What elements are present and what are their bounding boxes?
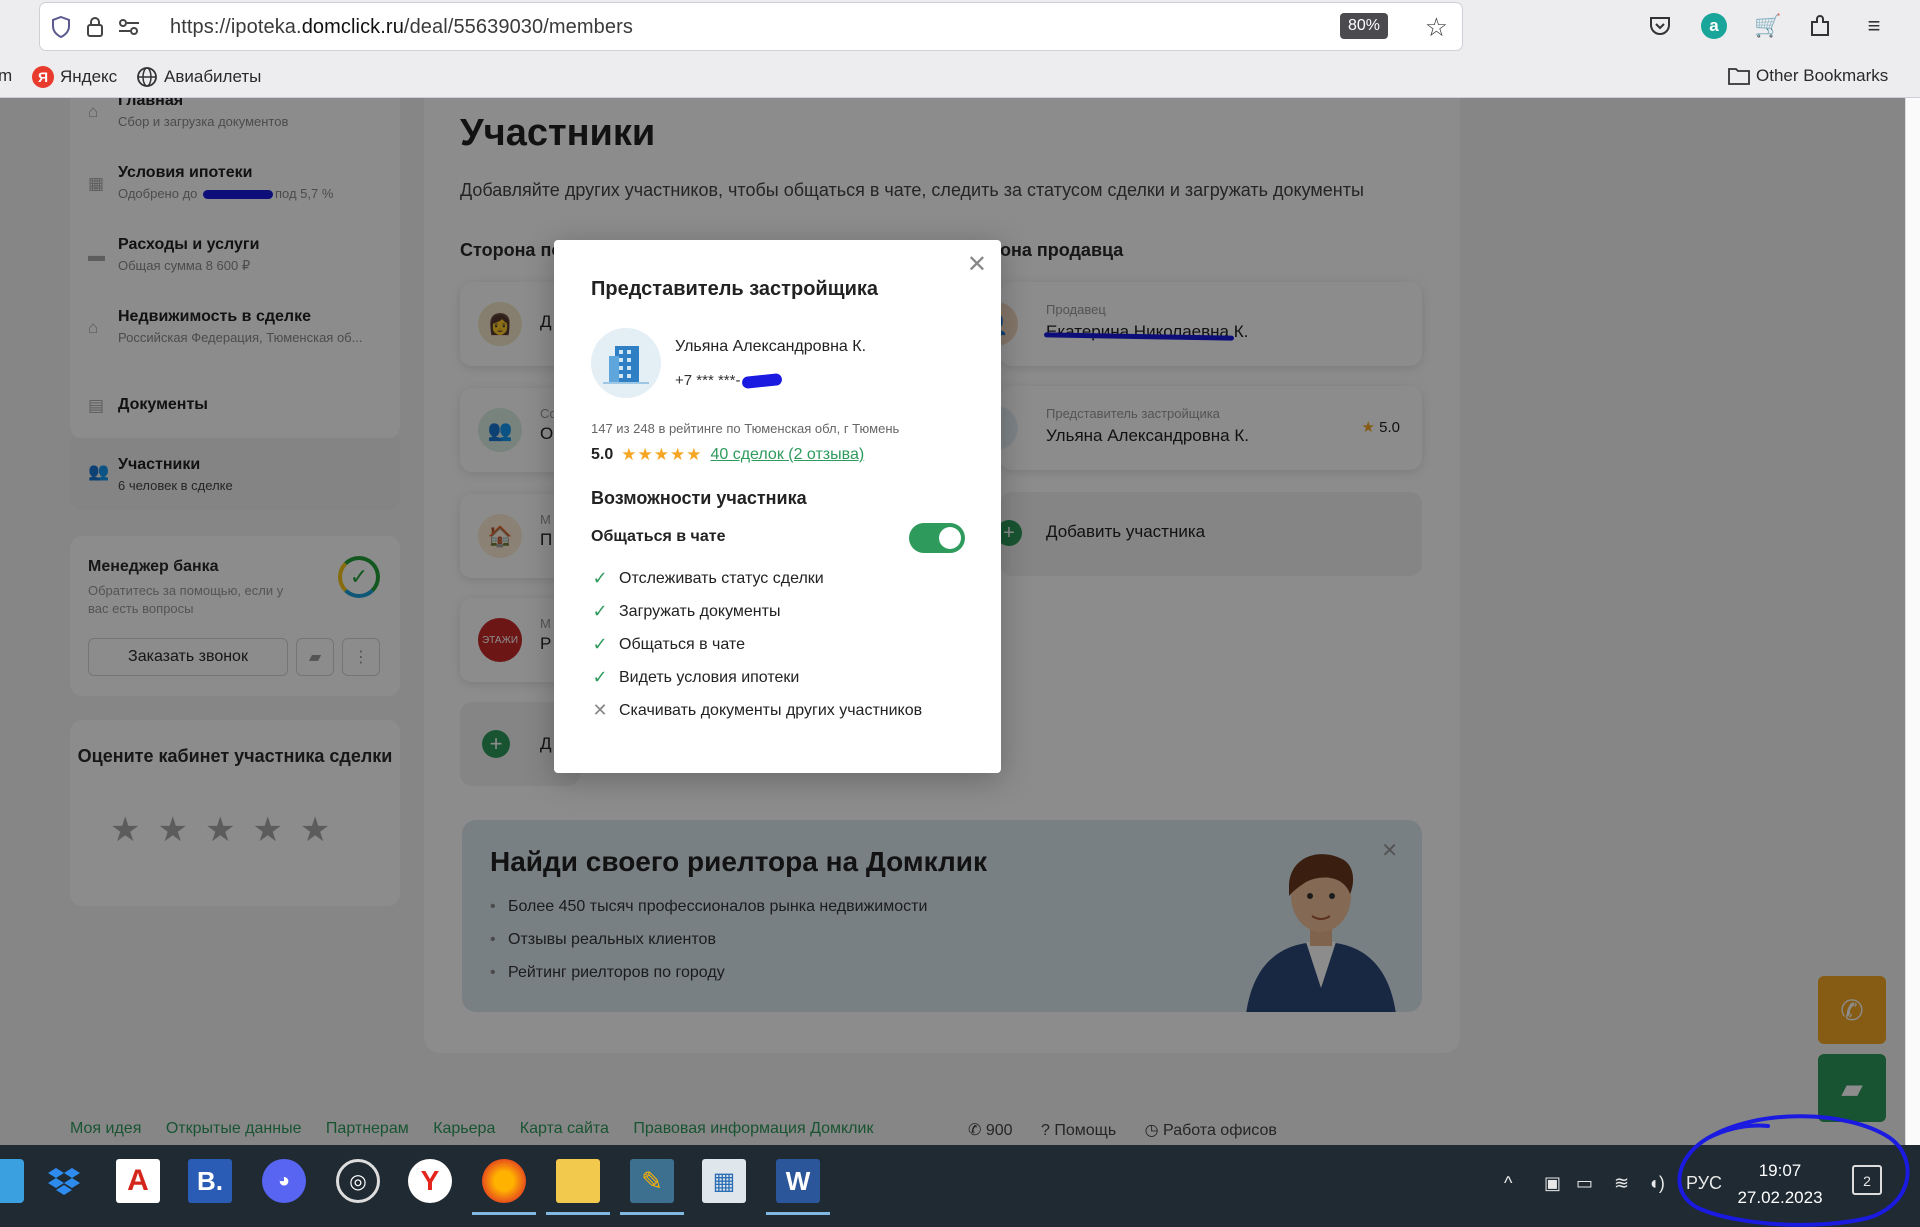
bookmark-star-icon[interactable]: ☆ [1425, 12, 1448, 43]
permission-item: ✕ Скачивать документы других участников [592, 700, 923, 720]
deals-reviews-link[interactable]: 40 сделок (2 отзыва) [710, 446, 864, 464]
extension-a-icon[interactable]: a [1698, 10, 1730, 42]
show-hidden-icons-icon[interactable]: ^ [1504, 1173, 1512, 1194]
globe-icon [137, 67, 157, 87]
camera-icon[interactable]: ▣ [1544, 1173, 1561, 1194]
check-icon: ✓ [592, 568, 608, 588]
yandex-browser-icon[interactable]: Y [408, 1159, 452, 1203]
rating-stars: ★★★★★ [621, 445, 703, 464]
dropbox-icon[interactable] [42, 1159, 86, 1203]
folder-icon [1728, 68, 1750, 85]
page-scrollbar[interactable] [1905, 98, 1920, 1145]
discord-icon[interactable]: ◕ [262, 1159, 306, 1203]
firefox-icon[interactable] [472, 1159, 536, 1215]
permission-item: ✓ Загружать документы [592, 601, 781, 621]
modal-title: Представитель застройщика [591, 278, 879, 300]
b-app-icon[interactable]: B. [188, 1159, 232, 1203]
permissions-icon[interactable] [116, 14, 142, 40]
bookmarks-bar: m Я Яндекс Авиабилеты Other Bookmarks [0, 60, 1920, 94]
permission-item: ✓ Общаться в чате [592, 634, 745, 654]
check-icon: ✓ [592, 634, 608, 654]
pocket-icon[interactable] [1644, 10, 1676, 42]
rep-rank: 147 из 248 в рейтинге по Тюменская обл, … [591, 421, 900, 436]
volume-icon[interactable]: ◖) [1648, 1173, 1665, 1194]
chat-toggle[interactable] [909, 523, 965, 553]
browser-chrome: https://ipoteka.domclick.ru/deal/5563903… [0, 0, 1920, 98]
zoom-badge[interactable]: 80% [1339, 13, 1388, 39]
battery-icon[interactable]: ▭ [1576, 1173, 1593, 1194]
annotation-circle [1677, 1114, 1910, 1227]
cart-icon[interactable]: 🛒 [1752, 10, 1784, 42]
word-icon[interactable]: W [766, 1159, 830, 1215]
building-logo-icon [591, 328, 661, 398]
lock-icon[interactable] [82, 14, 108, 40]
rep-name: Ульяна Александровна К. [675, 338, 867, 355]
shield-icon[interactable] [48, 14, 74, 40]
cross-icon: ✕ [592, 700, 608, 720]
wifi-icon[interactable]: ≋ [1614, 1173, 1629, 1194]
acrobat-icon[interactable]: A [116, 1159, 160, 1203]
address-bar[interactable]: https://ipoteka.domclick.ru/deal/5563903… [40, 3, 1462, 50]
other-bookmarks[interactable]: Other Bookmarks [1728, 66, 1888, 86]
permission-item: ✓ Видеть условия ипотеки [592, 667, 800, 687]
yandex-icon: Я [32, 66, 54, 88]
obs-icon[interactable]: ◎ [336, 1159, 380, 1203]
permission-item: ✓ Отслеживать статус сделки [592, 568, 824, 588]
menu-icon[interactable]: ≡ [1858, 10, 1890, 42]
paint-icon[interactable]: ✎ [620, 1159, 684, 1215]
rep-phone: +7 *** ***- [675, 372, 783, 390]
file-explorer-icon[interactable] [546, 1159, 610, 1215]
scribble-redaction [741, 372, 783, 390]
developer-rep-modal: ✕ Представитель застройщика Ульяна Алекс… [554, 240, 1001, 773]
check-icon: ✓ [592, 667, 608, 687]
url-text[interactable]: https://ipoteka.domclick.ru/deal/5563903… [170, 16, 633, 39]
bookmark-m[interactable]: m [0, 66, 12, 86]
calculator-icon[interactable]: ▦ [702, 1159, 746, 1203]
start-app-icon[interactable] [0, 1159, 24, 1203]
abilities-heading: Возможности участника [591, 488, 807, 508]
close-icon[interactable]: ✕ [967, 250, 987, 279]
rep-rating: 5.0 ★★★★★ 40 сделок (2 отзыва) [591, 445, 865, 464]
bookmark-yandex[interactable]: Я Яндекс [32, 66, 117, 88]
chat-toggle-label: Общаться в чате [591, 528, 726, 545]
bookmark-aviabilety[interactable]: Авиабилеты [136, 66, 261, 88]
windows-taskbar: A B. ◕ ◎ Y ✎ ▦ W ^ ▣ ▭ ≋ ◖) РУС 19:07 27… [0, 1145, 1920, 1227]
check-icon: ✓ [592, 601, 608, 621]
extensions-puzzle-icon[interactable] [1804, 10, 1836, 42]
